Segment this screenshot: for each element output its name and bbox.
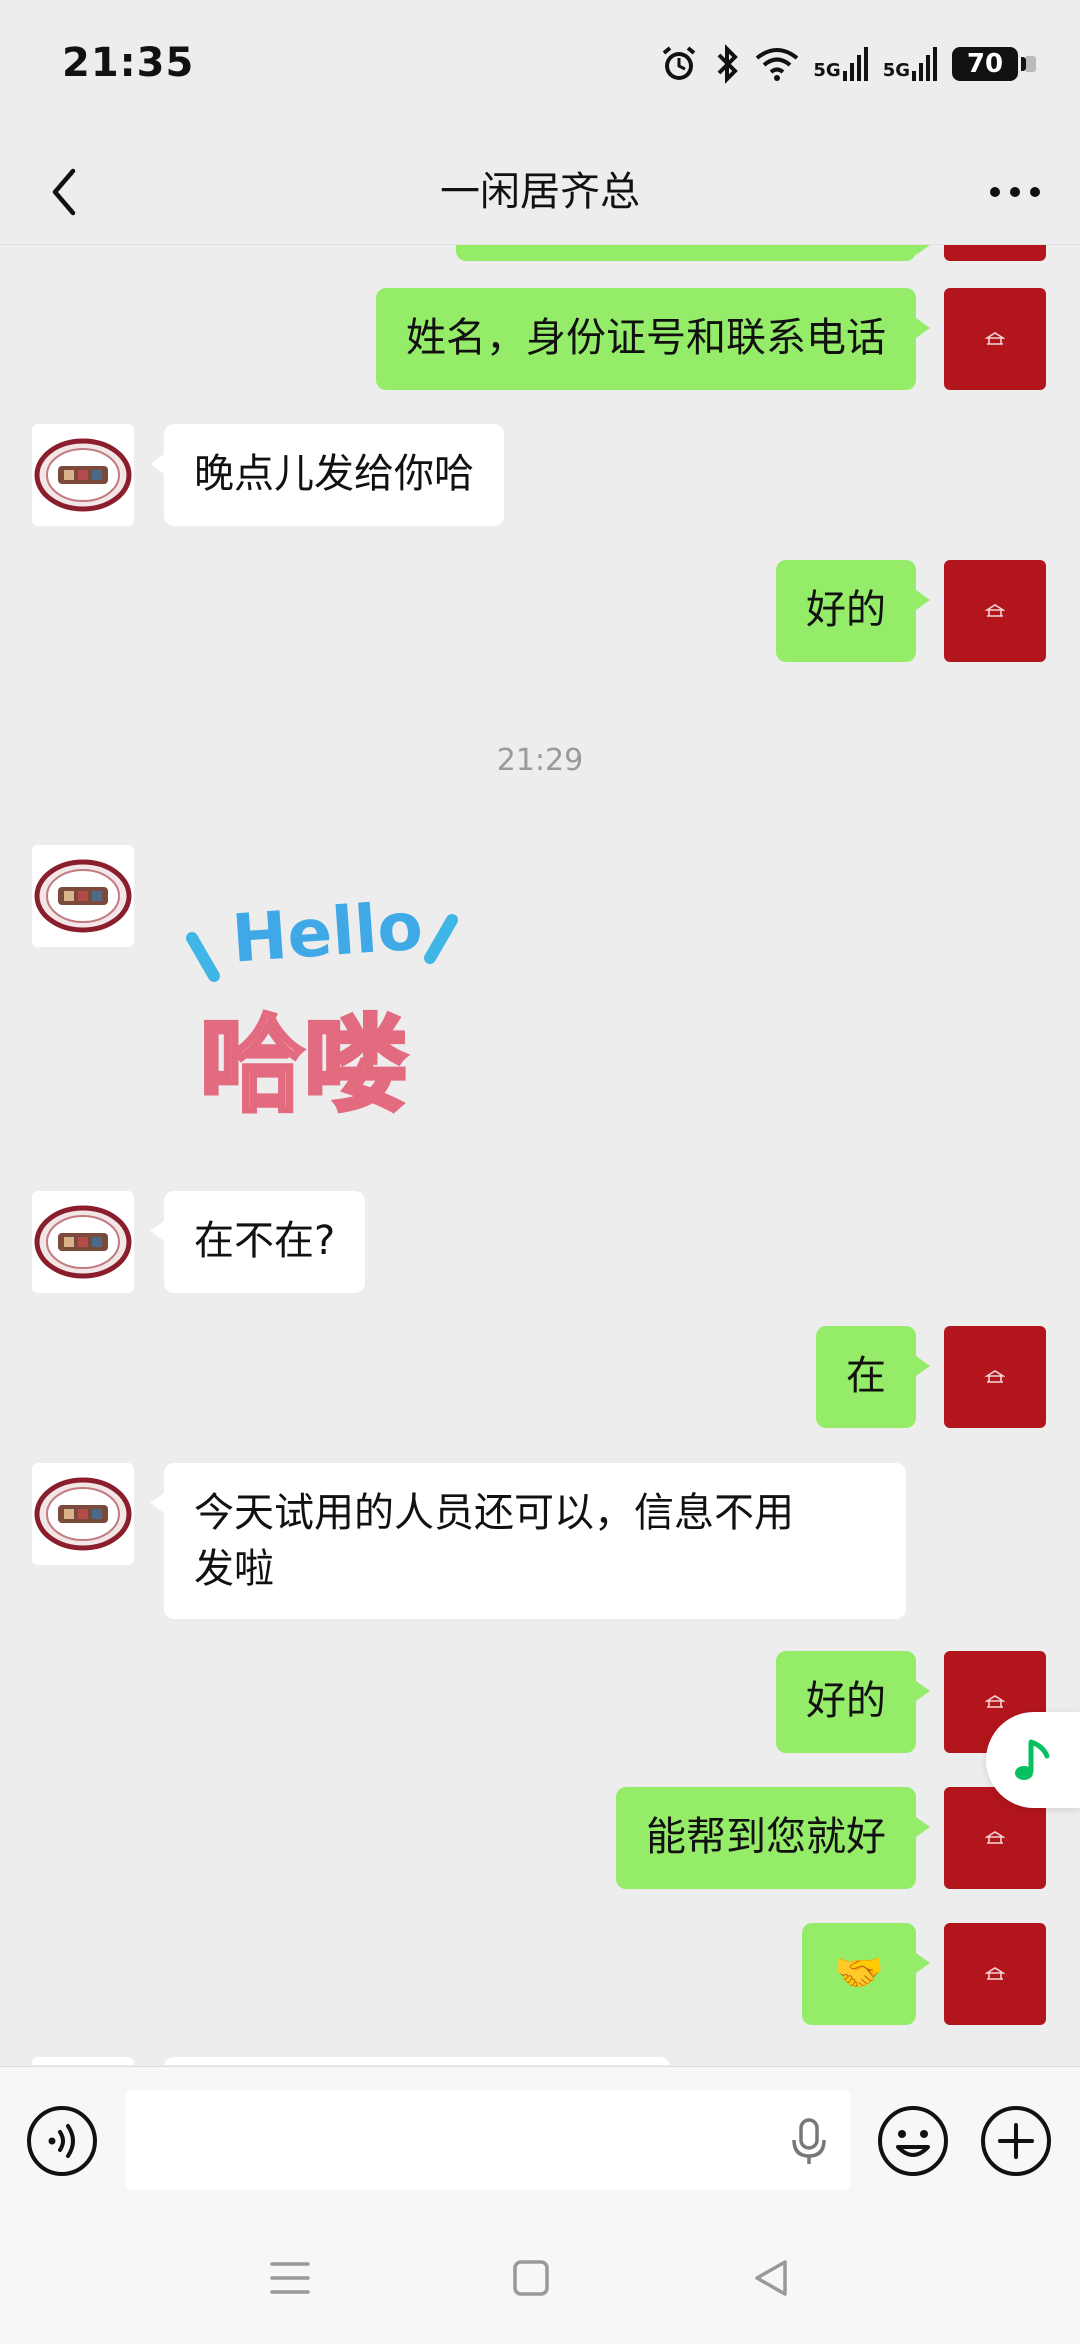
battery-level: 70 <box>966 49 1004 79</box>
net-label-1: 5G <box>813 60 841 81</box>
plus-icon <box>981 2106 1051 2176</box>
floating-music-button[interactable] <box>986 1712 1080 1808</box>
home-icon[interactable] <box>512 2258 550 2298</box>
message-bubble-partial[interactable] <box>456 245 930 261</box>
my-avatar[interactable] <box>944 1923 1046 2025</box>
input-bar <box>0 2066 1080 2213</box>
logo-icon <box>985 604 1005 617</box>
message-text: 晚点儿发给你哈 <box>194 451 474 497</box>
bluetooth-icon <box>717 44 739 84</box>
net-label-2: 5G <box>882 60 910 81</box>
message-text: 能帮到您就好 <box>646 1814 886 1860</box>
contact-avatar[interactable] <box>32 424 134 526</box>
message-bubble[interactable]: 姓名，身份证号和联系电话 <box>376 288 930 390</box>
message-text-line: 今天试用的人员还可以，信息不用 <box>194 1490 794 1536</box>
chat-header: 一闲居齐总 <box>0 140 1080 245</box>
more-icon <box>990 187 1040 197</box>
voice-button[interactable] <box>26 2105 98 2177</box>
more-button[interactable] <box>980 160 1050 224</box>
sticker-message[interactable]: Hello 哈喽 <box>180 887 470 1130</box>
my-avatar-partial[interactable] <box>944 245 1046 261</box>
message-bubble[interactable]: 在 <box>816 1326 930 1428</box>
message-bubble-partial[interactable] <box>164 2057 670 2065</box>
plus-button[interactable] <box>980 2105 1052 2177</box>
alarm-icon <box>663 46 696 80</box>
system-navigation-bar <box>0 2212 1080 2344</box>
emoji-icon <box>878 2106 948 2176</box>
chat-area[interactable]: 姓名，身份证号和联系电话 晚点儿发给你哈 好的 21:29 Hello 哈喽 在… <box>0 245 1080 2065</box>
mic-icon[interactable] <box>789 2118 829 2166</box>
message-text: 姓名，身份证号和联系电话 <box>406 315 886 361</box>
logo-icon <box>985 1967 1005 1980</box>
signal-bars-icon <box>912 47 937 81</box>
message-bubble[interactable]: 今天试用的人员还可以，信息不用 发啦 <box>150 1463 906 1619</box>
logo-icon <box>985 1370 1005 1383</box>
wifi-icon <box>756 48 799 81</box>
my-avatar[interactable] <box>944 288 1046 390</box>
message-text: 在不在? <box>194 1218 336 1264</box>
music-note-icon <box>1015 1739 1050 1780</box>
contact-avatar[interactable] <box>32 845 134 947</box>
message-bubble[interactable]: 好的 <box>776 560 930 662</box>
menu-icon[interactable] <box>270 2258 310 2298</box>
message-text: 好的 <box>806 1678 886 1724</box>
timestamp: 21:29 <box>496 743 584 778</box>
message-bubble[interactable]: 晚点儿发给你哈 <box>150 424 504 526</box>
contact-logo-icon <box>34 438 132 512</box>
contact-logo-icon <box>34 1477 132 1551</box>
message-text: 在 <box>846 1353 886 1399</box>
my-avatar[interactable] <box>944 1326 1046 1428</box>
message-bubble[interactable]: 能帮到您就好 <box>616 1787 930 1889</box>
my-avatar[interactable] <box>944 560 1046 662</box>
signal-1: 5G <box>813 47 868 81</box>
status-icons: 5G 5G 70 <box>659 42 1036 86</box>
signal-2: 5G <box>883 47 938 81</box>
message-text-line: 发啦 <box>194 1546 274 1592</box>
contact-avatar[interactable] <box>32 1191 134 1293</box>
message-bubble[interactable]: 好的 <box>776 1651 930 1753</box>
logo-icon <box>985 332 1005 345</box>
contact-logo-icon <box>34 859 132 933</box>
message-bubble[interactable]: 在不在? <box>149 1191 366 1293</box>
contact-avatar-partial[interactable] <box>32 2057 134 2065</box>
message-bubble[interactable]: 🤝 <box>802 1923 930 2025</box>
battery-indicator: 70 <box>952 47 1036 81</box>
voice-icon <box>27 2106 97 2176</box>
emoji-button[interactable] <box>877 2105 949 2177</box>
handshake-emoji: 🤝 <box>834 1950 884 1996</box>
status-time: 21:35 <box>62 40 195 86</box>
message-input[interactable] <box>125 2090 851 2190</box>
sticker-cn-text: 哈喽 <box>198 1002 410 1128</box>
status-bar: 21:35 5G 5G 70 <box>0 0 1080 140</box>
logo-icon <box>985 1831 1005 1844</box>
back-icon[interactable] <box>752 2258 790 2298</box>
contact-logo-icon <box>34 1205 132 1279</box>
contact-avatar[interactable] <box>32 1463 134 1565</box>
message-text: 好的 <box>806 587 886 633</box>
sticker-hello-text: Hello <box>229 887 426 978</box>
signal-bars-icon <box>842 47 868 81</box>
chat-title: 一闲居齐总 <box>440 169 640 215</box>
logo-icon <box>985 1695 1005 1708</box>
